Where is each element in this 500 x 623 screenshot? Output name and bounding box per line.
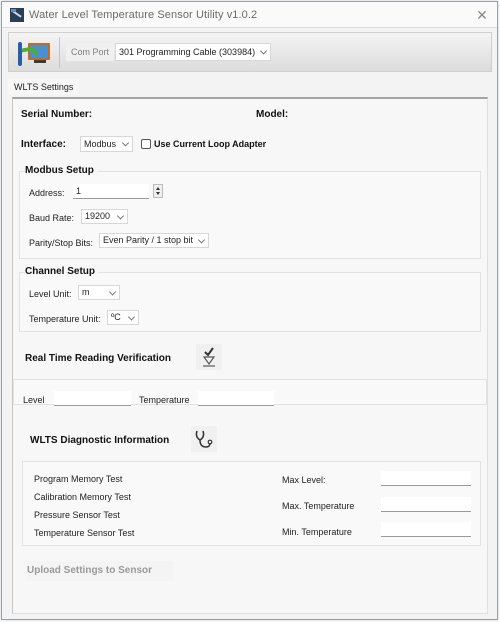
level-unit-value: m: [82, 287, 90, 297]
chevron-down-icon: [259, 47, 268, 55]
monitor-stand-icon-part: [34, 60, 46, 63]
max-temperature-label: Max. Temperature: [282, 501, 355, 511]
parity-value: Even Parity / 1 stop bit: [103, 235, 194, 245]
min-temperature-label: Min. Temperature: [282, 527, 352, 537]
level-unit-select[interactable]: m: [78, 285, 120, 300]
baud-rate-select[interactable]: 19200: [81, 209, 128, 224]
realtime-title: Real Time Reading Verification: [25, 353, 171, 364]
temperature-unit-label: Temperature Unit:: [29, 314, 101, 324]
stethoscope-icon: [195, 430, 213, 448]
toolbar: Com Port 301 Programming Cable (303984): [8, 32, 492, 72]
address-spinner[interactable]: [153, 184, 163, 198]
interface-value: Modbus: [84, 139, 117, 149]
address-label: Address:: [29, 188, 65, 198]
chevron-down-icon: [197, 235, 206, 244]
serial-number-label: Serial Number:: [21, 109, 93, 120]
app-window: Water Level Temperature Sensor Utility v…: [1, 1, 498, 620]
wlts-settings-panel: Serial Number: Model: Interface: Modbus …: [12, 97, 488, 614]
temperature-reading-field[interactable]: [198, 391, 274, 406]
model-label: Model:: [256, 109, 289, 120]
chevron-down-icon: [121, 139, 130, 147]
max-temperature-field[interactable]: [381, 497, 471, 512]
spin-down-icon[interactable]: [156, 192, 160, 195]
diagnostic-button[interactable]: [191, 426, 217, 452]
chevron-down-icon: [108, 287, 117, 296]
max-level-label: Max Level:: [282, 475, 326, 485]
diagnostic-test: Calibration Memory Test: [34, 492, 131, 502]
chevron-down-icon: [116, 211, 125, 220]
baud-rate-value: 19200: [85, 211, 111, 221]
max-level-field[interactable]: [381, 471, 471, 486]
comport-label: Com Port: [66, 43, 115, 61]
comport-select[interactable]: 301 Programming Cable (303984): [115, 43, 271, 61]
modbus-setup-title: Modbus Setup: [25, 165, 98, 176]
current-loop-checkbox[interactable]: [141, 139, 151, 149]
spin-up-icon[interactable]: [156, 187, 160, 190]
address-input[interactable]: [73, 184, 149, 199]
chevron-down-icon: [127, 312, 136, 321]
level-label: Level: [23, 395, 45, 405]
parity-label: Parity/Stop Bits:: [29, 238, 94, 248]
temperature-unit-select[interactable]: ºC: [107, 310, 139, 325]
channel-setup-title: Channel Setup: [25, 266, 100, 277]
min-temperature-field[interactable]: [381, 522, 471, 537]
diagnostic-test: Pressure Sensor Test: [34, 510, 120, 520]
diagnostic-test: Temperature Sensor Test: [34, 528, 135, 538]
level-reading-field[interactable]: [54, 391, 131, 406]
current-loop-label: Use Current Loop Adapter: [154, 139, 267, 149]
temperature-label: Temperature: [139, 395, 190, 405]
diagnostic-title: WLTS Diagnostic Information: [30, 435, 170, 446]
upload-settings-button[interactable]: Upload Settings to Sensor: [27, 561, 173, 581]
interface-label: Interface:: [21, 139, 67, 150]
toolbar-separator: [59, 37, 60, 68]
tab-wlts-settings[interactable]: WLTS Settings: [8, 79, 80, 95]
baud-rate-label: Baud Rate:: [29, 213, 75, 223]
parity-select[interactable]: Even Parity / 1 stop bit: [99, 233, 209, 248]
verify-button[interactable]: [196, 344, 222, 370]
app-icon: [10, 8, 24, 22]
window-title: Water Level Temperature Sensor Utility v…: [29, 9, 258, 21]
connect-button[interactable]: [14, 37, 54, 68]
level-unit-label: Level Unit:: [29, 289, 72, 299]
diagnostic-test: Program Memory Test: [34, 474, 123, 484]
temperature-unit-value: ºC: [111, 312, 121, 322]
interface-select[interactable]: Modbus: [80, 136, 133, 152]
comport-value: 301 Programming Cable (303984): [119, 47, 256, 57]
close-icon[interactable]: ✕: [473, 6, 491, 24]
title-bar: Water Level Temperature Sensor Utility v…: [2, 2, 497, 28]
verify-check-icon: [202, 347, 216, 367]
